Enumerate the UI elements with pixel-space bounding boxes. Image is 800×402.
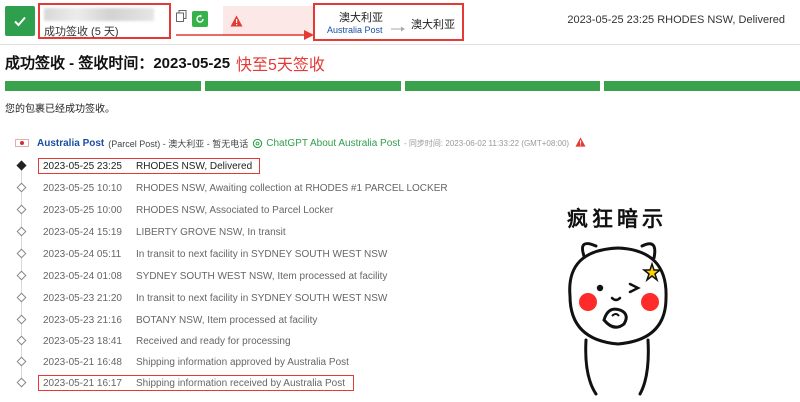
warning-icon[interactable]	[575, 137, 586, 149]
page-title: 成功签收 - 签收时间：2023-05-25	[5, 55, 231, 72]
event-description: In transit to next facility in SYDNEY SO…	[136, 292, 388, 304]
timeline-marker-icon	[16, 182, 27, 193]
timeline-marker-icon	[16, 270, 27, 281]
event-time: 2023-05-21 16:17	[43, 377, 122, 389]
progress-segment	[604, 81, 800, 91]
delivered-check-icon	[5, 6, 35, 36]
carrier-box[interactable]: 澳大利亚 Australia Post 澳大利亚	[313, 3, 464, 41]
timeline-marker-icon	[16, 314, 27, 325]
sync-time: - 同步时间: 2023-06-02 11:33:22 (GMT+08:00)	[404, 138, 570, 148]
event-description: LIBERTY GROVE NSW, In transit	[136, 226, 286, 238]
progress-segment	[5, 81, 201, 91]
carrier-name[interactable]: Australia Post	[327, 25, 383, 35]
timeline-marker-icon	[16, 292, 27, 303]
hinting-cat-sticker-icon	[568, 242, 668, 396]
timeline-marker-icon	[16, 204, 27, 215]
event-time: 2023-05-24 01:08	[43, 270, 122, 282]
carrier-service: (Parcel Post) - 澳大利亚 - 暂无电话	[108, 138, 249, 149]
event-time: 2023-05-25 10:00	[43, 204, 122, 216]
timeline-marker-icon	[16, 226, 27, 237]
event-time: 2023-05-25 23:25	[43, 160, 122, 172]
tracking-number-box[interactable]: 成功签收 (5 天)	[38, 3, 171, 39]
timeline-marker-icon	[16, 356, 27, 367]
event-description: Shipping information received by Austral…	[136, 377, 346, 389]
carrier-country: 澳大利亚	[339, 12, 383, 24]
chatgpt-link-label: ChatGPT About Australia Post	[266, 137, 401, 149]
event-description: BOTANY NSW, Item processed at facility	[136, 314, 318, 326]
annotation-text: 快至5天签收	[236, 57, 325, 74]
tracking-header: 成功签收 (5 天) 澳大利亚 Australia Post 澳大利亚 2023…	[0, 0, 800, 44]
event-time: 2023-05-24 15:19	[43, 226, 122, 238]
event-time: 2023-05-23 21:20	[43, 292, 122, 304]
timeline-marker-icon	[16, 335, 27, 346]
latest-event-summary: 2023-05-25 23:25 RHODES NSW, Delivered	[567, 14, 785, 26]
event-description: RHODES NSW, Awaiting collection at RHODE…	[136, 182, 448, 194]
chatgpt-link[interactable]: ChatGPT About Australia Post	[252, 138, 400, 149]
tracking-number-redacted	[44, 8, 154, 21]
australia-post-logo-icon	[15, 139, 29, 147]
event-time: 2023-05-25 10:10	[43, 182, 122, 194]
event-description: Received and ready for processing	[136, 335, 291, 347]
event-description: In transit to next facility in SYDNEY SO…	[136, 248, 388, 260]
event-description: RHODES NSW, Associated to Parcel Locker	[136, 204, 334, 216]
refresh-icon[interactable]	[192, 11, 208, 27]
event-time: 2023-05-21 16:48	[43, 356, 122, 368]
delivery-status-days: 成功签收 (5 天)	[44, 26, 119, 38]
event-description: Shipping information approved by Austral…	[136, 356, 349, 368]
divider	[0, 44, 800, 45]
carrier-info-line: Australia Post (Parcel Post) - 澳大利亚 - 暂无…	[15, 137, 586, 149]
delivered-message: 您的包裹已经成功签收。	[5, 104, 115, 115]
sticker-caption: 疯狂暗示	[567, 208, 667, 231]
event-description: RHODES NSW, Delivered	[136, 160, 253, 172]
event-time: 2023-05-23 21:16	[43, 314, 122, 326]
progress-segment	[404, 81, 601, 91]
event-time: 2023-05-23 18:41	[43, 335, 122, 347]
timeline-marker-icon	[16, 377, 27, 388]
destination-country: 澳大利亚	[411, 19, 455, 31]
timeline-marker-icon	[16, 160, 27, 171]
progress-bar	[5, 81, 800, 91]
chatgpt-icon	[253, 138, 263, 148]
event-time: 2023-05-24 05:11	[43, 248, 122, 260]
arrow-right-icon	[391, 19, 405, 37]
event-description: SYDNEY SOUTH WEST NSW, Item processed at…	[136, 270, 388, 282]
copy-icon[interactable]	[176, 9, 187, 27]
carrier-link[interactable]: Australia Post	[37, 138, 104, 149]
progress-segment	[204, 81, 401, 91]
timeline-marker-icon	[16, 248, 27, 259]
